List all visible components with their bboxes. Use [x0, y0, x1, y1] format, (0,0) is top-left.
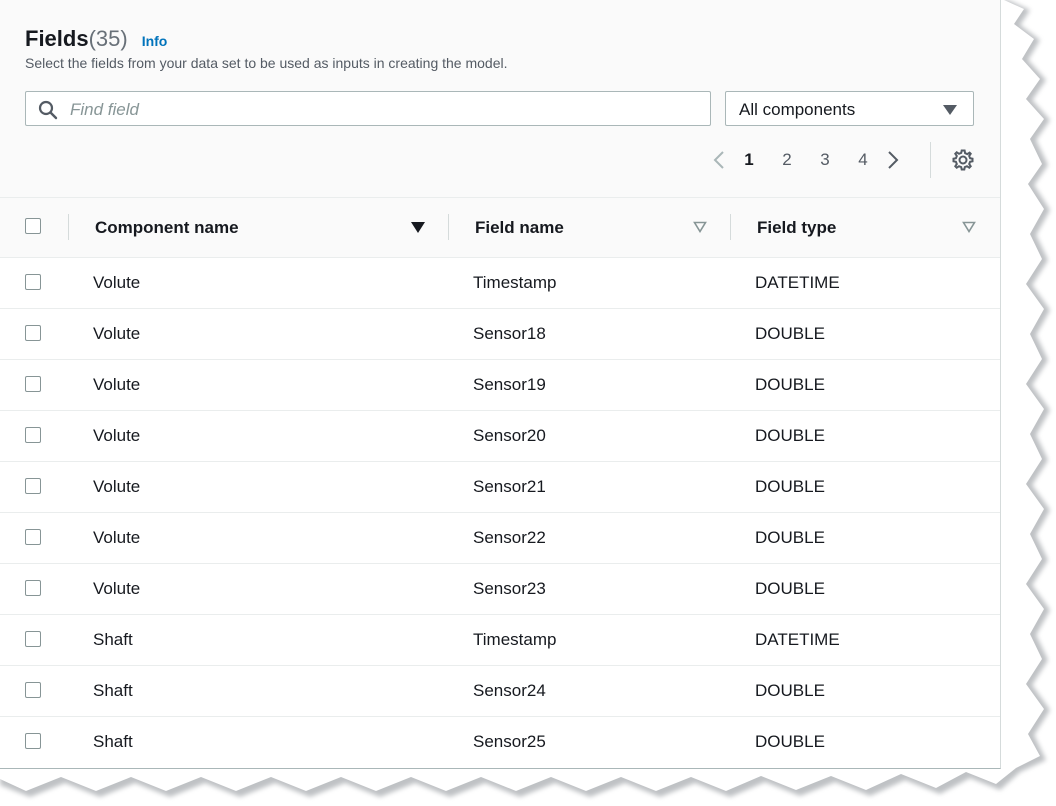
page-2-button[interactable]: 2 [768, 150, 806, 170]
cell-field-name: Sensor19 [473, 375, 546, 394]
table-row: Shaft Timestamp DATETIME [0, 615, 1000, 666]
cell-field-name: Sensor18 [473, 324, 546, 343]
column-header-component-name[interactable]: Component name [95, 198, 239, 257]
row-checkbox[interactable] [25, 427, 41, 443]
cell-field-type: DOUBLE [755, 324, 825, 343]
row-checkbox[interactable] [25, 682, 41, 698]
filter-selected-value: All components [739, 100, 856, 119]
cell-field-name: Sensor24 [473, 681, 546, 700]
table-row: Volute Sensor22 DOUBLE [0, 513, 1000, 564]
cell-component-name: Volute [93, 273, 141, 292]
cell-field-name: Timestamp [473, 630, 557, 649]
cell-field-type: DOUBLE [755, 375, 825, 394]
table-row: Shaft Sensor24 DOUBLE [0, 666, 1000, 717]
cell-field-type: DOUBLE [755, 579, 825, 598]
cell-component-name: Volute [93, 477, 141, 496]
table-row: Volute Timestamp DATETIME [0, 258, 1000, 309]
cell-field-name: Sensor25 [473, 732, 546, 751]
row-checkbox[interactable] [25, 631, 41, 647]
chevron-right-icon[interactable] [882, 146, 904, 174]
cell-field-type: DOUBLE [755, 732, 825, 751]
cell-field-name: Sensor23 [473, 579, 546, 598]
pagination: 1 2 3 4 [708, 142, 931, 178]
cell-component-name: Volute [93, 528, 141, 547]
cell-component-name: Volute [93, 324, 141, 343]
sort-descending-icon[interactable] [411, 222, 425, 233]
row-checkbox[interactable] [25, 325, 41, 341]
table-row: Volute Sensor21 DOUBLE [0, 462, 1000, 513]
search-input[interactable] [68, 92, 692, 127]
table-header: Component name Field name Field type [0, 198, 1000, 258]
search-box [25, 91, 711, 127]
table-row: Volute Sensor18 DOUBLE [0, 309, 1000, 360]
table-row: Volute Sensor23 DOUBLE [0, 564, 1000, 615]
page-3-button[interactable]: 3 [806, 150, 844, 170]
cell-component-name: Volute [93, 426, 141, 445]
column-divider [68, 214, 69, 240]
cell-component-name: Shaft [93, 681, 133, 700]
row-checkbox[interactable] [25, 529, 41, 545]
row-checkbox[interactable] [25, 580, 41, 596]
search-icon [38, 100, 58, 120]
cell-field-name: Sensor20 [473, 426, 546, 445]
table-row: Volute Sensor20 DOUBLE [0, 411, 1000, 462]
row-checkbox[interactable] [25, 478, 41, 494]
column-header-field-name[interactable]: Field name [475, 198, 564, 257]
field-count: (35) [88, 26, 128, 51]
gear-icon[interactable] [951, 148, 975, 172]
component-filter-select[interactable]: All components [725, 91, 974, 126]
table-row: Volute Sensor19 DOUBLE [0, 360, 1000, 411]
fields-panel: Fields (35) Info Select the fields from … [0, 0, 1001, 769]
pagination-divider [930, 142, 931, 178]
cell-component-name: Shaft [93, 732, 133, 751]
cell-component-name: Volute [93, 375, 141, 394]
cell-field-type: DOUBLE [755, 477, 825, 496]
column-divider [448, 214, 449, 240]
title-row: Fields (35) Info [25, 26, 167, 54]
caret-down-icon [943, 105, 957, 115]
cell-field-name: Timestamp [473, 273, 557, 292]
page-title: Fields [25, 26, 89, 51]
sort-unsorted-icon[interactable] [693, 221, 707, 233]
row-checkbox[interactable] [25, 733, 41, 749]
cell-field-type: DATETIME [755, 273, 840, 292]
cell-component-name: Shaft [93, 630, 133, 649]
cell-field-name: Sensor22 [473, 528, 546, 547]
row-checkbox[interactable] [25, 274, 41, 290]
cell-field-name: Sensor21 [473, 477, 546, 496]
column-header-field-type[interactable]: Field type [757, 198, 836, 257]
cell-field-type: DOUBLE [755, 528, 825, 547]
cell-field-type: DATETIME [755, 630, 840, 649]
column-divider [730, 214, 731, 240]
select-all-checkbox[interactable] [25, 218, 41, 234]
row-checkbox[interactable] [25, 376, 41, 392]
panel-description: Select the fields from your data set to … [25, 55, 508, 71]
panel-header: Fields (35) Info Select the fields from … [0, 0, 1000, 198]
table-row: Shaft Sensor25 DOUBLE [0, 717, 1000, 767]
chevron-left-icon[interactable] [708, 146, 730, 174]
page-1-button[interactable]: 1 [730, 150, 768, 170]
cell-field-type: DOUBLE [755, 426, 825, 445]
sort-unsorted-icon[interactable] [962, 221, 976, 233]
cell-field-type: DOUBLE [755, 681, 825, 700]
page-4-button[interactable]: 4 [844, 150, 882, 170]
info-link[interactable]: Info [142, 33, 168, 49]
cell-component-name: Volute [93, 579, 141, 598]
